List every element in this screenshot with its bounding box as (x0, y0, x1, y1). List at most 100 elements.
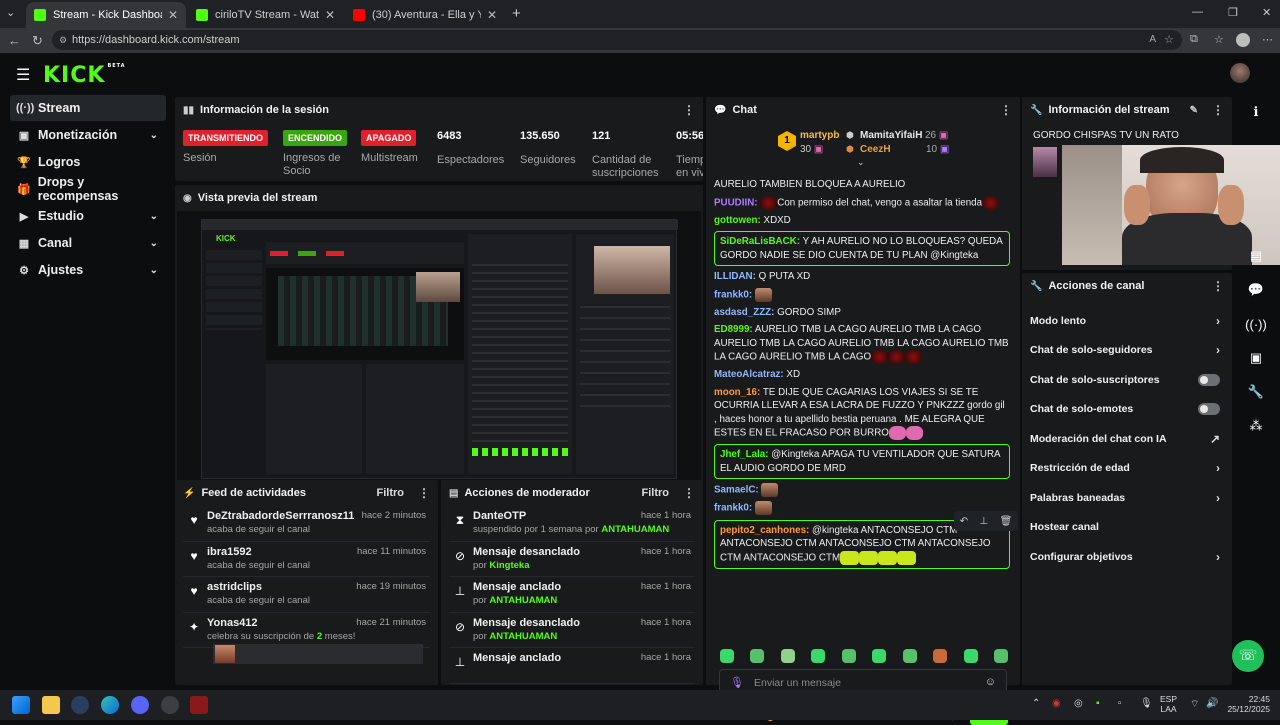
url-field[interactable]: ⚙ https://dashboard.kick.com/stream A ☆ (52, 30, 1182, 50)
discord-icon[interactable] (131, 696, 149, 714)
chat-message[interactable]: SamaelC: (714, 481, 1010, 499)
emoji-picker-icon[interactable]: ☺ (985, 676, 996, 688)
chat-message[interactable]: AURELIO TAMBIEN BLOQUEA A AURELIO (714, 176, 1010, 194)
category-thumbnail[interactable] (1033, 147, 1057, 177)
chevron-down-icon[interactable]: ⌄ (150, 130, 158, 141)
channel-action-item[interactable]: Hostear canal (1022, 513, 1232, 543)
favorite-star-icon[interactable]: ☆ (1164, 30, 1174, 50)
quick-emote-icon[interactable] (933, 649, 948, 663)
maximize-icon[interactable]: ❐ (1228, 6, 1238, 19)
profile-avatar[interactable] (1236, 33, 1250, 47)
more-options-icon[interactable]: ⋮ (1212, 279, 1224, 293)
close-tab-icon[interactable]: ✕ (168, 8, 178, 22)
chat-username[interactable]: SiDeRaLisBACK: (720, 236, 800, 247)
activity-user[interactable]: Yonas412 (207, 617, 258, 629)
tray-mic-icon[interactable]: 🎙 (1140, 698, 1153, 709)
broadcast-icon[interactable]: ((·)) (1242, 307, 1270, 341)
chat-message[interactable]: asdasd_ZZZ: GORDO SIMP (714, 304, 1010, 322)
wrench-icon[interactable]: 🔧 (1242, 375, 1270, 409)
support-chat-icon[interactable]: ☏ (1232, 640, 1264, 672)
microphone-icon[interactable]: 🎙 (730, 676, 744, 689)
file-explorer-icon[interactable] (42, 696, 60, 714)
site-info-icon[interactable]: ⚙ (59, 30, 67, 50)
chevron-down-icon[interactable]: ⌄ (150, 211, 158, 222)
channel-action-item[interactable]: Chat de solo-seguidores › (1022, 336, 1232, 366)
more-options-icon[interactable]: ⋮ (1212, 103, 1224, 117)
more-options-icon[interactable]: ⋮ (683, 486, 695, 500)
chat-message[interactable]: frankk0: (714, 286, 1010, 304)
chevron-down-icon[interactable]: ⌄ (150, 265, 158, 276)
chat-message[interactable]: SiDeRaLisBACK: Y AH AURELIO NO LO BLOQUE… (714, 231, 1010, 267)
mod-action-item[interactable]: ⊘ Mensaje desanclado por Kingteka hace 1 ho… (449, 542, 695, 577)
mod-action-item[interactable]: ⊥ Mensaje anclado hace 1 hora (449, 648, 695, 684)
reply-icon[interactable]: ↶ (960, 516, 968, 527)
mod-action-item[interactable]: ⊘ Mensaje desanclado por ANTAHUAMAN hace 1 … (449, 613, 695, 648)
quick-emote-icon[interactable] (841, 649, 856, 663)
chat-message[interactable]: gottowen: XDXD (714, 212, 1010, 230)
channel-action-item[interactable]: Configurar objetivos › (1022, 542, 1232, 572)
chat-username[interactable]: PUUDIIN: (714, 197, 758, 208)
chat-message[interactable]: ILLIDAN: Q PUTA XD (714, 268, 1010, 286)
favorites-icon[interactable]: ☆ (1214, 33, 1224, 46)
user-avatar[interactable] (1230, 63, 1250, 83)
chat-username[interactable]: MateoAlcatraz: (714, 369, 784, 380)
filter-button[interactable]: Filtro (377, 487, 405, 499)
reload-icon[interactable]: ↻ (32, 33, 43, 49)
windows-start-icon[interactable] (12, 696, 30, 714)
tab-list-chevron-icon[interactable]: ⌄ (6, 6, 15, 19)
language-indicator[interactable]: ESP LAA (1160, 694, 1177, 714)
activity-item[interactable]: ♥ DeZtrabadordeSerrranosz11 acaba de segui… (183, 506, 430, 542)
chat-message[interactable]: Jhef_Lala: @Kingteka APAGA TU VENTILADOR… (714, 444, 1010, 480)
sidebar-item-logros[interactable]: 🏆 Logros (10, 149, 166, 175)
chat-message[interactable]: ED8999: AURELIO TMB LA CAGO AURELIO TMB … (714, 321, 1010, 366)
quick-emote-icon[interactable] (811, 649, 826, 663)
activity-item[interactable]: ♥ ibra1592 acaba de seguir el canal hace 11… (183, 542, 430, 577)
chat-bubble-icon[interactable]: 💬 (1242, 273, 1270, 307)
chat-username[interactable]: pepito2_canhones: (720, 525, 809, 536)
channel-action-item[interactable]: Restricción de edad › (1022, 454, 1232, 484)
browser-tab[interactable]: ciriloTV Stream - Watch Live on Ki ✕ (188, 2, 343, 28)
browser-tab-active[interactable]: Stream - Kick Dashboard ✕ (26, 2, 186, 28)
minimize-icon[interactable]: — (1192, 6, 1203, 18)
quick-emote-icon[interactable] (902, 649, 917, 663)
external-link-icon[interactable]: ↗ (1210, 432, 1220, 446)
info-icon[interactable]: ℹ (1242, 95, 1270, 129)
hamburger-menu-icon[interactable]: ☰ (16, 65, 30, 85)
chat-username[interactable]: frankk0: (714, 503, 752, 514)
toggle-switch[interactable] (1198, 403, 1220, 416)
volume-icon[interactable]: 🔊 (1206, 698, 1218, 709)
chat-message[interactable]: PUUDIIN: Con permiso del chat, vengo a a… (714, 194, 1010, 212)
close-tab-icon[interactable]: ✕ (325, 8, 335, 22)
more-options-icon[interactable]: ⋮ (418, 486, 430, 500)
steam-icon[interactable] (71, 696, 89, 714)
pin-message-icon[interactable]: ⊥ (979, 516, 988, 527)
extensions-icon[interactable]: ⧉ (1190, 33, 1198, 46)
chat-message[interactable]: moon_16: TE DIJE QUE CAGARIAS LOS VIAJES… (714, 384, 1010, 443)
users-icon[interactable]: ⁂ (1242, 409, 1270, 443)
third-gifter-name[interactable]: CeezH (860, 144, 891, 155)
channel-action-item[interactable]: Modo lento › (1022, 306, 1232, 336)
chevron-right-icon[interactable]: › (1216, 461, 1220, 475)
tray-expand-icon[interactable]: ⌃ (1032, 698, 1040, 709)
activity-user[interactable]: astridclips (207, 581, 262, 593)
activity-item[interactable]: ♥ astridclips acaba de seguir el canal hace… (183, 577, 430, 613)
sidebar-item-ajustes[interactable]: ⚙ Ajustes ⌄ (10, 257, 166, 283)
chat-username[interactable]: Jhef_Lala: (720, 449, 768, 460)
close-tab-icon[interactable]: ✕ (487, 8, 497, 22)
chat-username[interactable]: asdasd_ZZZ: (714, 307, 774, 318)
channel-action-item[interactable]: Moderación del chat con IA ↗ (1022, 424, 1232, 454)
quick-emote-icon[interactable] (780, 649, 795, 663)
document-icon[interactable]: ▤ (1242, 239, 1270, 273)
sidebar-item-estudio[interactable]: ▶ Estudio ⌄ (10, 203, 166, 229)
wifi-icon[interactable]: ⌔ (1190, 698, 1199, 711)
tray-app-icon[interactable]: ◉ (1052, 698, 1061, 709)
quick-emote-icon[interactable] (872, 649, 887, 663)
quick-emote-icon[interactable] (750, 649, 765, 663)
clock[interactable]: 22:45 25/12/2025 (1226, 694, 1270, 714)
edit-pencil-icon[interactable]: ✎ (1190, 105, 1198, 116)
toggle-switch[interactable] (1198, 373, 1220, 386)
sidebar-item-stream[interactable]: ((·)) Stream (10, 95, 166, 121)
kick-logo[interactable]: KICK BETA (43, 63, 126, 88)
more-options-icon[interactable]: ⋮ (683, 103, 695, 117)
app-icon[interactable] (190, 696, 208, 714)
